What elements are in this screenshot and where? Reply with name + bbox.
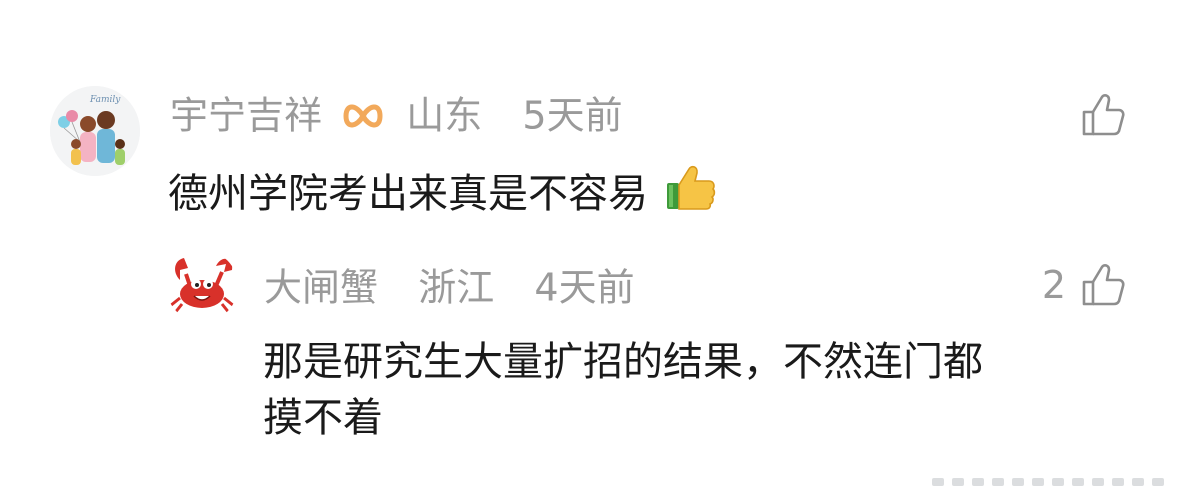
comment-text-content: 德州学院考出来真是不容易 (168, 171, 648, 217)
reply-meta: 大闸蟹 浙江 4天前 (264, 266, 635, 307)
comment-username[interactable]: 宇宁吉祥 (170, 94, 322, 138)
reply-username[interactable]: 大闸蟹 (264, 266, 378, 310)
crab-avatar-icon (166, 250, 238, 322)
crab-avatar[interactable] (166, 250, 238, 322)
thumbs-up-emoji-icon (666, 165, 715, 210)
reply-location: 浙江 (418, 265, 495, 310)
orange-infinity-badge-icon (343, 104, 383, 127)
family-avatar-icon: Family (50, 86, 140, 176)
watermark-dots-icon (932, 478, 1164, 486)
comment-text: 德州学院考出来真是不容易 (168, 163, 717, 222)
reply-like-count: 2 (1041, 263, 1066, 307)
reply-text: 那是研究生大量扩招的结果，不然连门都 摸不着 (263, 334, 983, 446)
reply-like-button[interactable]: 2 (1042, 262, 1126, 308)
comment-location: 山东 (406, 93, 483, 138)
comment-time: 5天前 (522, 93, 623, 138)
thumbs-up-outline-icon (1082, 264, 1125, 306)
comment-meta: 宇宁吉祥 山东 5天前 (170, 94, 623, 135)
reply-time: 4天前 (534, 265, 635, 310)
reply-text-line1: 那是研究生大量扩招的结果，不然连门都 (263, 339, 983, 385)
svg-text:Family: Family (89, 95, 121, 105)
thumbs-up-outline-icon (1082, 94, 1125, 136)
reply-text-line2: 摸不着 (263, 395, 383, 441)
family-avatar[interactable]: Family (50, 86, 140, 176)
like-button[interactable] (1066, 92, 1126, 138)
